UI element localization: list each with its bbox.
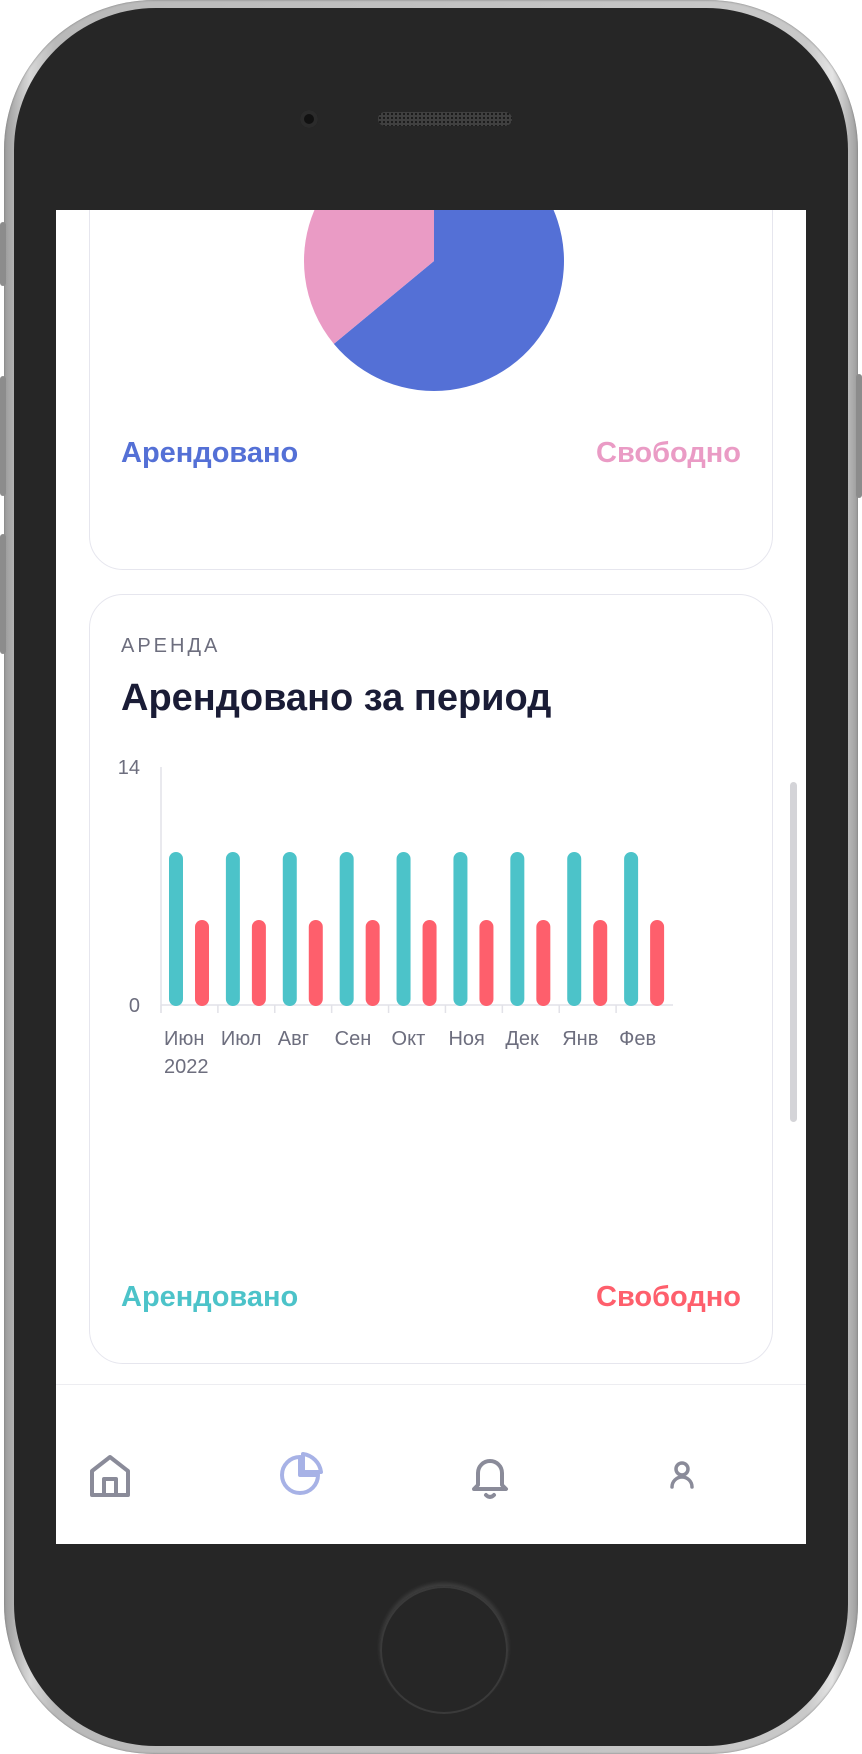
legend-rented: Арендовано (121, 1281, 299, 1313)
bar-free-8 (650, 920, 665, 1006)
bar-rented-8 (624, 852, 639, 1006)
legend-rented: Арендовано (121, 437, 299, 469)
user-icon[interactable] (652, 1445, 712, 1505)
pie-chart-icon[interactable] (270, 1445, 330, 1505)
app-screen: Арендовано Свободно АРЕНДА Арендовано за… (56, 210, 806, 1544)
x-tick-label: Июл (221, 1028, 262, 1050)
x-year-label: 2022 (164, 1056, 209, 1078)
scrollbar[interactable] (790, 782, 797, 1122)
legend-free: Свободно (596, 437, 741, 469)
power-button (856, 374, 862, 498)
x-tick-label: Янв (562, 1028, 598, 1050)
bar-rented-1 (225, 852, 240, 1006)
card-eyebrow: АРЕНДА (121, 635, 221, 657)
card-title: Арендовано за период (121, 677, 552, 719)
bell-icon[interactable] (460, 1445, 520, 1505)
x-tick-label: Дек (505, 1028, 539, 1050)
bar-rented-7 (567, 852, 582, 1006)
volume-down-button (0, 534, 6, 654)
bar-chart: 14 0 Июн Июл Авг Сен Окт Ноя Дек Янв Фев 2022 (118, 757, 673, 1078)
x-tick-label: Ноя (448, 1028, 484, 1050)
x-tick-label: Сен (335, 1028, 372, 1050)
bar-rented-4 (396, 852, 411, 1006)
bar-free-0 (195, 920, 209, 1006)
pie-chart (304, 210, 564, 391)
x-tick-label: Фев (619, 1028, 656, 1050)
rent-period-card: АРЕНДА Арендовано за период 14 0 Июн Июл Авг… (89, 594, 773, 1364)
x-tick-label: Окт (392, 1028, 426, 1050)
bar-free-6 (536, 920, 551, 1006)
bar-rented-0 (169, 852, 183, 1006)
bar-free-3 (365, 920, 380, 1006)
bar-rented-3 (339, 852, 354, 1006)
mute-switch (0, 222, 6, 286)
bar-free-7 (593, 920, 608, 1006)
bar-free-5 (479, 920, 494, 1006)
x-tick-label: Июн (164, 1028, 204, 1050)
y-tick-label: 14 (118, 757, 140, 779)
front-camera (300, 110, 318, 128)
tab-bar (56, 1384, 806, 1544)
volume-up-button (0, 376, 6, 496)
bar-rented-6 (510, 852, 525, 1006)
legend-free: Свободно (596, 1281, 741, 1313)
bar-free-1 (251, 920, 266, 1006)
bar-free-2 (308, 920, 323, 1006)
x-tick-label: Авг (278, 1028, 309, 1050)
y-tick-label: 0 (129, 995, 140, 1017)
bar-free-4 (422, 920, 437, 1006)
bar-rented-5 (453, 852, 468, 1006)
bar-rented-2 (282, 852, 297, 1006)
earpiece-speaker (378, 112, 512, 126)
pie-card: Арендовано Свободно (89, 210, 773, 570)
home-icon[interactable] (80, 1445, 140, 1505)
home-button[interactable] (380, 1586, 508, 1714)
